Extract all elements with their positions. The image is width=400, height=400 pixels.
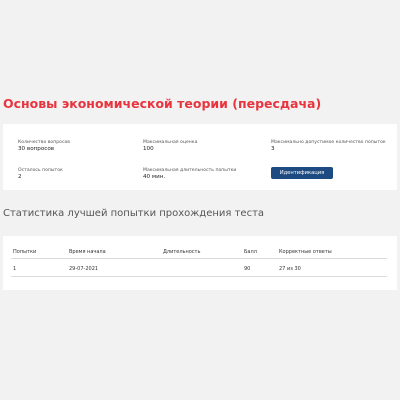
column-header-duration: Длительность [163,249,201,255]
max-attempts-value: 3 [271,145,275,152]
questions-count-value: 30 вопросов [18,145,55,152]
column-header-correct-answers: Корректные ответы [279,249,332,255]
table-header-divider [11,258,387,259]
questions-count-field: Количество вопросов 30 вопросов [18,140,133,152]
table-cell-correct-answers: 27 из 30 [279,266,301,272]
max-duration-value: 40 мин. [143,173,166,180]
max-score-value: 100 [143,145,154,152]
max-score-field: Максимальная оценка 100 [143,140,258,152]
page-title: Основы экономической теории (пересдача) [3,96,322,111]
remaining-attempts-field: Осталось попыток 2 [18,168,133,180]
stats-table: Попытки Время начала Длительность Балл К… [3,236,397,290]
column-header-start-time: Время начала [69,249,106,255]
test-info-card: Количество вопросов 30 вопросов Максимал… [3,124,397,190]
table-cell-attempt: 1 [13,266,17,272]
column-header-score: Балл [244,249,257,255]
remaining-attempts-value: 2 [18,173,22,180]
max-attempts-field: Максимально допустимое количество попыто… [271,140,386,152]
column-header-attempts: Попытки [13,249,37,255]
max-duration-field: Максимальная длительность попытки 40 мин… [143,168,258,180]
max-attempts-label: Максимально допустимое количество попыто… [271,140,386,145]
table-cell-score: 90 [244,266,251,272]
table-row-divider [11,276,387,277]
stats-section-title: Статистика лучшей попытки прохождения те… [3,208,265,219]
identification-button[interactable]: Идентификация [271,167,333,179]
table-cell-start-time: 29-07-2021 [69,266,99,272]
